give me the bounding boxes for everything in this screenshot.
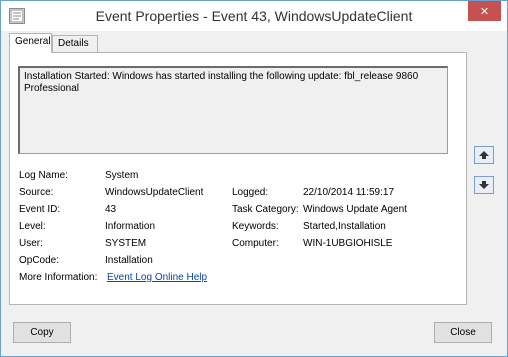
window-title: Event Properties - Event 43, WindowsUpda… [95,8,413,24]
opcode-value: Installation [105,255,153,266]
level-value: Information [105,221,156,232]
more-information-label: More Information: [19,272,98,283]
event-properties-window: Event Properties - Event 43, WindowsUpda… [0,0,508,357]
tab-general[interactable]: General [9,33,52,53]
computer-label: Computer: [232,238,279,249]
logged-label: Logged: [232,187,269,198]
user-value: SYSTEM [105,238,147,249]
close-button[interactable]: Close [434,322,492,343]
keywords-value: Started,Installation [303,221,386,232]
logged-value: 22/10/2014 11:59:17 [303,187,395,198]
next-event-button[interactable] [474,176,494,194]
computer-value: WIN-1UBGIOHISLE [303,238,393,249]
event-description-box[interactable]: Installation Started: Windows has starte… [18,66,448,154]
general-tab-panel: Installation Started: Windows has starte… [9,52,467,305]
arrow-down-icon [479,181,489,189]
opcode-label: OpCode: [19,255,60,266]
event-log-online-help-link[interactable]: Event Log Online Help [107,272,207,283]
title-bar[interactable]: Event Properties - Event 43, WindowsUpda… [1,1,507,31]
task-category-value: Windows Update Agent [303,204,407,215]
copy-button[interactable]: Copy [13,322,71,343]
window-close-button[interactable]: ✕ [468,1,501,21]
log-name-value: System [105,170,139,181]
arrow-up-icon [479,151,489,159]
previous-event-button[interactable] [474,146,494,164]
close-icon: ✕ [479,4,490,18]
log-name-label: Log Name: [19,170,68,181]
event-id-label: Event ID: [19,204,61,215]
event-id-value: 43 [105,204,117,215]
tab-details[interactable]: Details [52,35,98,52]
level-label: Level: [19,221,46,232]
task-category-label: Task Category: [232,204,299,215]
keywords-label: Keywords: [232,221,279,232]
user-label: User: [19,238,43,249]
source-label: Source: [19,187,54,198]
source-value: WindowsUpdateClient [105,187,204,198]
